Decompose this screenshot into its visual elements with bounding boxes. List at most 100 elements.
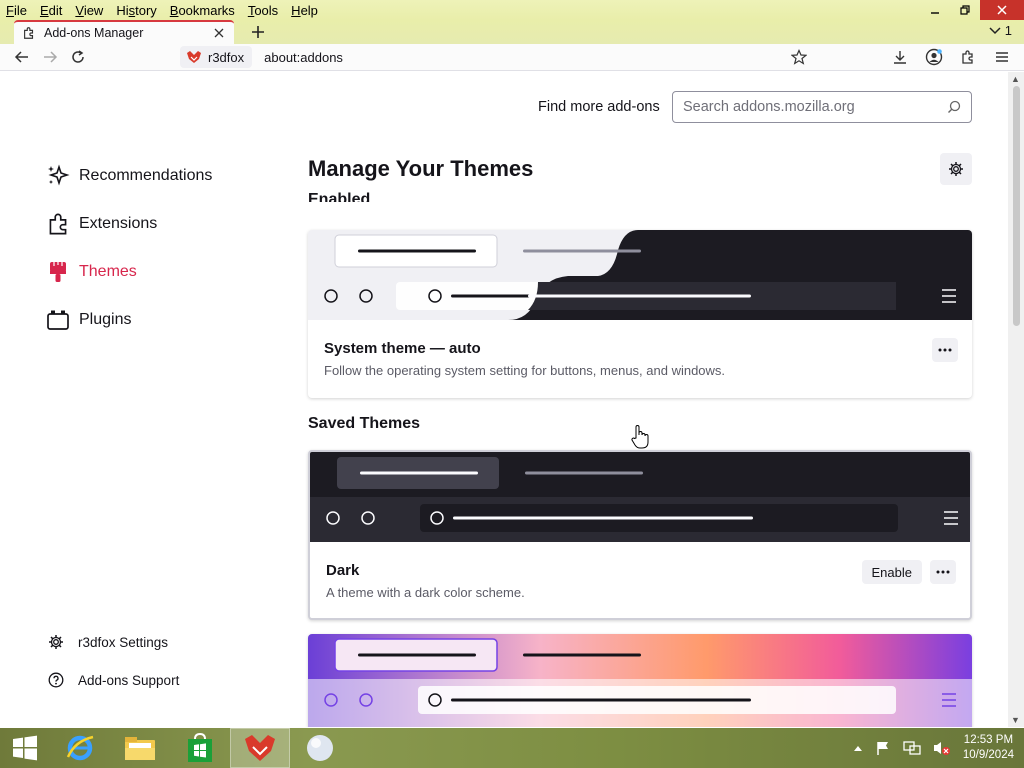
- theme-actions: [932, 338, 958, 362]
- puzzle-icon: [962, 50, 973, 64]
- tab-addons-manager[interactable]: Add-ons Manager: [14, 20, 234, 44]
- app-menu-button[interactable]: [990, 45, 1014, 69]
- enabled-section-heading: Enabled: [308, 191, 371, 202]
- taskbar-store[interactable]: [170, 728, 230, 768]
- download-icon: [894, 51, 906, 64]
- sidebar-item-label: Recommendations: [79, 167, 213, 184]
- page-options-button[interactable]: [940, 153, 972, 185]
- scroll-down-icon[interactable]: ▼: [1011, 715, 1020, 725]
- identity-box[interactable]: r3dfox: [180, 46, 253, 68]
- tab-title: Add-ons Manager: [44, 26, 144, 40]
- volume-muted-icon[interactable]: [933, 740, 951, 756]
- puzzle-icon: [24, 27, 34, 39]
- theme-preview-dark: [310, 452, 970, 542]
- clock-time: 12:53 PM: [963, 734, 1014, 746]
- hand-cursor-icon: [631, 425, 649, 449]
- gear-icon: [949, 162, 963, 176]
- taskbar-internet-explorer[interactable]: [50, 728, 110, 768]
- menu-tools[interactable]: Tools: [246, 3, 280, 18]
- menu-view[interactable]: View: [73, 3, 105, 18]
- close-tab-button[interactable]: [212, 26, 226, 40]
- theme-description: Follow the operating system setting for …: [324, 363, 726, 378]
- theme-card-dark[interactable]: Dark A theme with a dark color scheme. E…: [308, 450, 972, 620]
- back-arrow-icon: [14, 51, 28, 63]
- account-icon: [925, 48, 943, 66]
- search-placeholder: Search addons.mozilla.org: [683, 99, 855, 115]
- r3dfox-logo-icon: [245, 735, 275, 761]
- addons-settings-link[interactable]: r3dfox Settings: [46, 623, 179, 661]
- saved-themes-heading: Saved Themes: [308, 415, 421, 432]
- taskbar-app[interactable]: [290, 728, 350, 768]
- search-input[interactable]: Search addons.mozilla.org: [672, 91, 972, 123]
- addons-support-link[interactable]: Add-ons Support: [46, 661, 179, 699]
- start-button[interactable]: [0, 728, 50, 768]
- star-icon: [791, 49, 807, 65]
- url-text[interactable]: about:addons: [264, 50, 343, 65]
- theme-info: System theme — auto Follow the operating…: [308, 320, 972, 378]
- downloads-button[interactable]: [888, 45, 912, 69]
- help-icon: [46, 670, 66, 690]
- menu-bookmarks[interactable]: Bookmarks: [168, 3, 237, 18]
- theme-card-alpenglow[interactable]: [308, 634, 972, 727]
- sparkle-icon: [46, 164, 70, 188]
- minimize-icon: [931, 12, 939, 14]
- menu-accelerator: H: [291, 2, 301, 18]
- theme-info: Dark A theme with a dark color scheme. E…: [310, 542, 970, 600]
- show-hidden-icons-icon[interactable]: [853, 744, 863, 752]
- theme-name: System theme — auto: [324, 340, 481, 357]
- gear-icon: [46, 632, 66, 652]
- new-tab-button[interactable]: [248, 22, 268, 42]
- sidebar-item-extensions[interactable]: Extensions: [46, 200, 286, 248]
- identity-label: r3dfox: [208, 49, 245, 65]
- settings-link-label: r3dfox Settings: [78, 634, 169, 650]
- network-icon[interactable]: [903, 740, 921, 756]
- back-button[interactable]: [8, 45, 36, 69]
- extensions-button[interactable]: [956, 45, 980, 69]
- system-tray: 12:53 PM 10/9/2024: [853, 728, 1014, 768]
- more-options-button[interactable]: [930, 560, 956, 584]
- window-controls: [920, 0, 1024, 20]
- windows-taskbar: 12:53 PM 10/9/2024: [0, 728, 1024, 768]
- scroll-up-icon[interactable]: ▲: [1011, 74, 1020, 84]
- windows-logo-icon: [13, 735, 37, 761]
- action-center-flag-icon[interactable]: [875, 740, 891, 756]
- sidebar-item-themes[interactable]: Themes: [46, 248, 286, 296]
- menu-history[interactable]: History: [114, 3, 158, 18]
- taskbar-r3dfox[interactable]: [230, 728, 290, 768]
- reload-button[interactable]: [64, 45, 92, 69]
- toolbar-icons: [888, 45, 1014, 69]
- menu-edit[interactable]: Edit: [38, 3, 64, 18]
- globe-app-icon: [307, 735, 333, 761]
- restore-icon: [960, 5, 970, 15]
- restore-button[interactable]: [950, 0, 980, 20]
- clock[interactable]: 12:53 PM 10/9/2024: [963, 733, 1014, 763]
- list-all-tabs-button[interactable]: 1: [989, 23, 1012, 38]
- page-scrollbar[interactable]: ▲ ▼: [1008, 72, 1024, 727]
- forward-button[interactable]: [36, 45, 64, 69]
- close-window-button[interactable]: [980, 0, 1024, 20]
- tab-strip: Add-ons Manager 1: [0, 20, 1024, 44]
- theme-card-system[interactable]: System theme — auto Follow the operating…: [308, 230, 972, 398]
- navigation-toolbar: r3dfox about:addons: [0, 44, 1024, 71]
- menu-file[interactable]: File: [4, 3, 29, 18]
- minimize-button[interactable]: [920, 0, 950, 20]
- sidebar-footer: r3dfox Settings Add-ons Support: [46, 623, 179, 699]
- more-options-button[interactable]: [932, 338, 958, 362]
- sidebar-item-label: Extensions: [79, 215, 158, 232]
- url-bar[interactable]: r3dfox about:addons: [180, 46, 820, 68]
- account-button[interactable]: [922, 45, 946, 69]
- plugin-icon: [46, 308, 70, 332]
- menu-accelerator: B: [169, 2, 179, 18]
- bookmark-star-button[interactable]: [788, 47, 810, 67]
- theme-name: Dark: [326, 562, 360, 579]
- menu-bar: File Edit View History Bookmarks Tools H…: [0, 0, 1024, 20]
- sidebar-item-plugins[interactable]: Plugins: [46, 296, 286, 344]
- taskbar-file-explorer[interactable]: [110, 728, 170, 768]
- theme-preview-system: [308, 230, 972, 320]
- menu-help[interactable]: Help: [289, 3, 320, 18]
- sidebar-item-recommendations[interactable]: Recommendations: [46, 152, 286, 200]
- reload-icon: [72, 50, 84, 63]
- menu-accelerator: T: [247, 2, 255, 18]
- enable-theme-button[interactable]: Enable: [861, 560, 922, 584]
- scrollbar-thumb[interactable]: [1013, 86, 1020, 326]
